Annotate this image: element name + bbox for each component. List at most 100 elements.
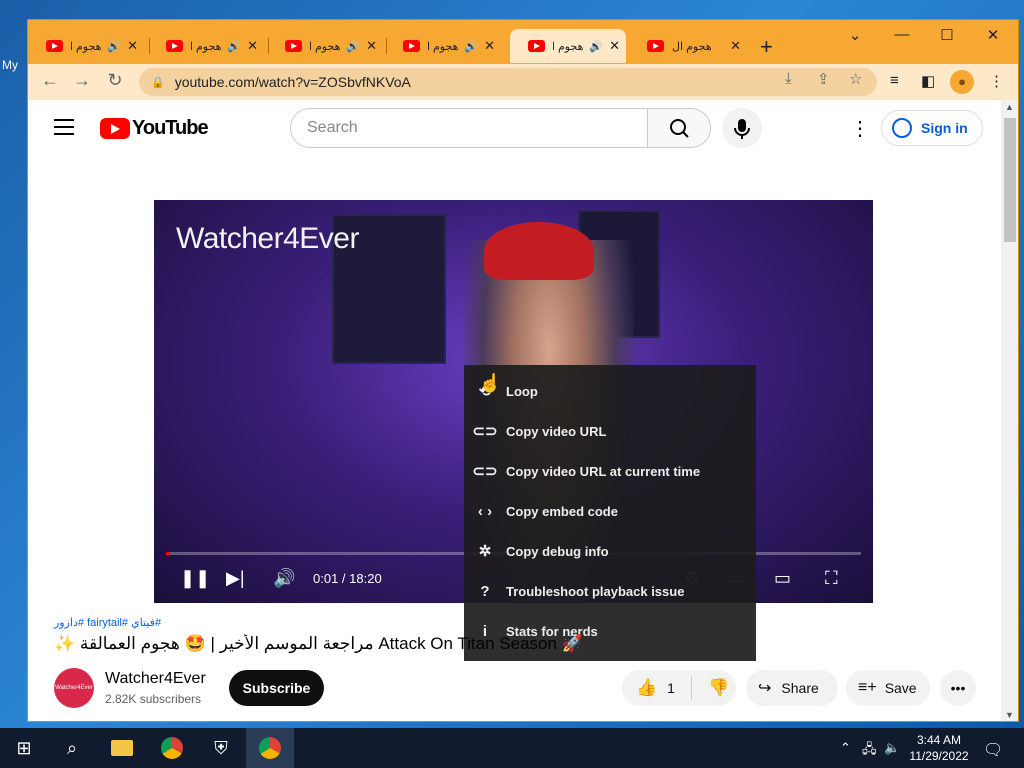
browser-menu-icon[interactable]: ⋮ xyxy=(989,72,1004,90)
notifications-icon[interactable]: 🗨 xyxy=(983,740,1003,760)
speaker-icon[interactable]: 🔊 xyxy=(107,40,121,53)
share-button[interactable]: ↪ Share xyxy=(746,670,838,706)
close-tab-icon[interactable]: ✕ xyxy=(609,38,620,54)
youtube-favicon-icon xyxy=(166,40,183,52)
browser-tab[interactable]: هجوم ال 🔊 ✕ xyxy=(267,29,383,63)
like-dislike-group: 👍 1 👎 xyxy=(622,670,736,706)
desktop-icon-label[interactable]: My xyxy=(2,58,18,72)
search-taskbar-icon[interactable]: ⌕ xyxy=(48,728,96,768)
menu-item-label: Copy video URL at current time xyxy=(506,463,701,479)
security-shield-icon[interactable]: ⛨ xyxy=(197,728,245,768)
menu-item-embed[interactable]: ‹ › Copy embed code xyxy=(464,491,756,531)
side-panel-icon[interactable]: ◧ xyxy=(921,72,935,90)
browser-tab[interactable]: هجوم ال 🔊 ✕ xyxy=(385,29,501,63)
like-icon[interactable]: 👍 xyxy=(636,678,657,698)
video-title: ✨ مراجعة الموسم الأخير | 🤩 هجوم العمالقة… xyxy=(54,634,583,653)
address-bar[interactable]: 🔒 youtube.com/watch?v=ZOSbvfNKVoA xyxy=(139,68,877,96)
clock-time: 3:44 AM xyxy=(916,733,962,747)
tab-search-icon[interactable]: ⌄ xyxy=(840,26,870,44)
close-tab-icon[interactable]: ✕ xyxy=(484,38,495,54)
scroll-down-icon[interactable]: ▼ xyxy=(1005,710,1014,720)
menu-item-debug[interactable]: ✲ Copy debug info xyxy=(464,531,756,571)
time-display: 0:01 / 18:20 xyxy=(313,571,382,586)
channel-name[interactable]: Watcher4Ever xyxy=(105,670,206,688)
media-control-icon[interactable]: ≡ xyxy=(890,72,899,89)
reload-icon[interactable]: ↻ xyxy=(103,70,127,91)
page-scrollbar[interactable]: ▲ ▼ xyxy=(1001,100,1018,721)
subscribe-button[interactable]: Subscribe xyxy=(229,670,324,706)
dislike-icon[interactable]: 👎 xyxy=(708,678,729,698)
bookmark-star-icon[interactable]: ☆ xyxy=(849,70,862,88)
volume-icon[interactable]: 🔊 xyxy=(273,568,295,589)
save-button[interactable]: ≡+ Save xyxy=(846,670,930,706)
maximize-button[interactable]: ☐ xyxy=(932,26,962,44)
menu-item-troubleshoot[interactable]: ? Troubleshoot playback issue xyxy=(464,571,756,611)
browser-toolbar: ← → ↻ 🔒 youtube.com/watch?v=ZOSbvfNKVoA … xyxy=(28,64,1018,100)
new-tab-button[interactable]: + xyxy=(760,34,773,60)
menu-item-copy-url[interactable]: ⊂⊃ Copy video URL xyxy=(464,411,756,451)
scrollbar-thumb[interactable] xyxy=(1004,118,1016,242)
tab-title: هجوم ال xyxy=(672,40,712,53)
search-icon xyxy=(670,119,689,138)
sign-in-button[interactable]: Sign in xyxy=(881,110,983,146)
search-button[interactable] xyxy=(647,108,711,148)
close-tab-icon[interactable]: ✕ xyxy=(247,38,258,54)
save-label: Save xyxy=(884,680,917,696)
back-icon[interactable]: ← xyxy=(38,70,62,91)
settings-more-icon[interactable]: ⋮ xyxy=(850,116,870,141)
system-clock[interactable]: 3:44 AM 11/29/2022 xyxy=(904,732,974,764)
search-input[interactable]: Search xyxy=(290,108,648,148)
fullscreen-icon[interactable]: ⛶ xyxy=(825,568,838,589)
lock-icon[interactable]: 🔒 xyxy=(151,76,165,89)
close-tab-icon[interactable]: ✕ xyxy=(127,38,138,54)
speaker-icon[interactable]: 🔊 xyxy=(227,40,241,53)
browser-tab[interactable]: هجوم ال 🔊 ✕ xyxy=(28,29,144,63)
share-page-icon[interactable]: ⇪ xyxy=(817,70,830,88)
next-video-icon[interactable]: ▶| xyxy=(226,568,245,589)
install-icon[interactable]: ⤓ xyxy=(785,70,792,87)
speaker-icon[interactable]: 🔊 xyxy=(464,40,478,53)
video-hashtags[interactable]: #فيتاي #fairytail #دازور xyxy=(54,616,161,629)
chrome-icon[interactable] xyxy=(148,728,196,768)
close-tab-icon[interactable]: ✕ xyxy=(366,38,377,54)
youtube-favicon-icon xyxy=(403,40,420,52)
tray-chevron-icon[interactable]: ⌃ xyxy=(840,740,851,756)
more-horizontal-icon: ••• xyxy=(950,680,966,696)
code-icon: ‹ › xyxy=(477,502,493,520)
speaker-icon[interactable]: 🔊 xyxy=(589,40,603,53)
hamburger-menu-icon[interactable] xyxy=(54,119,74,135)
close-tab-icon[interactable]: ✕ xyxy=(730,38,741,54)
youtube-favicon-icon xyxy=(647,40,664,52)
tab-strip: هجوم ال 🔊 ✕ هجوم ال 🔊 ✕ هجوم ال 🔊 ✕ هجوم… xyxy=(28,20,1018,64)
youtube-favicon-icon xyxy=(46,40,63,52)
browser-tab[interactable]: هجوم ال 🔊 ✕ xyxy=(148,29,264,63)
url-text: youtube.com/watch?v=ZOSbvfNKVoA xyxy=(174,74,411,90)
more-actions-button[interactable]: ••• xyxy=(940,670,976,706)
youtube-logo[interactable]: YouTube xyxy=(100,117,209,140)
close-window-button[interactable]: ✕ xyxy=(978,26,1008,44)
channel-avatar[interactable]: Watcher4Ever xyxy=(54,668,94,708)
pause-icon[interactable]: ❚❚ xyxy=(180,568,210,589)
minimize-button[interactable]: — xyxy=(887,26,917,43)
video-frame-cap xyxy=(484,222,594,280)
scroll-up-icon[interactable]: ▲ xyxy=(1005,102,1014,112)
speaker-icon[interactable]: 🔊 xyxy=(346,40,360,53)
file-explorer-icon[interactable] xyxy=(98,728,146,768)
chrome-active-icon[interactable] xyxy=(246,728,294,768)
search-placeholder: Search xyxy=(307,119,358,136)
youtube-header: YouTube Search ⋮ Sign in xyxy=(28,100,1000,156)
menu-item-copy-url-time[interactable]: ⊂⊃ Copy video URL at current time xyxy=(464,451,756,491)
menu-item-label: Troubleshoot playback issue xyxy=(506,583,685,599)
network-icon[interactable]: 🖧 xyxy=(862,740,877,762)
profile-avatar-icon[interactable]: ● xyxy=(950,70,974,94)
browser-tab[interactable]: هجوم ال ✕ xyxy=(629,29,747,63)
microphone-icon xyxy=(734,119,750,139)
browser-tab-active[interactable]: هجوم ال 🔊 ✕ xyxy=(510,29,626,63)
forward-icon[interactable]: → xyxy=(70,70,94,91)
volume-tray-icon[interactable]: 🔈 xyxy=(884,740,900,756)
menu-item-label: Copy video URL xyxy=(506,423,607,439)
voice-search-button[interactable] xyxy=(722,108,762,148)
menu-item-loop[interactable]: ⟲ Loop xyxy=(464,371,756,411)
theater-mode-icon[interactable]: ▭ xyxy=(774,568,791,589)
windows-start-icon[interactable]: ⊞ xyxy=(0,728,48,768)
